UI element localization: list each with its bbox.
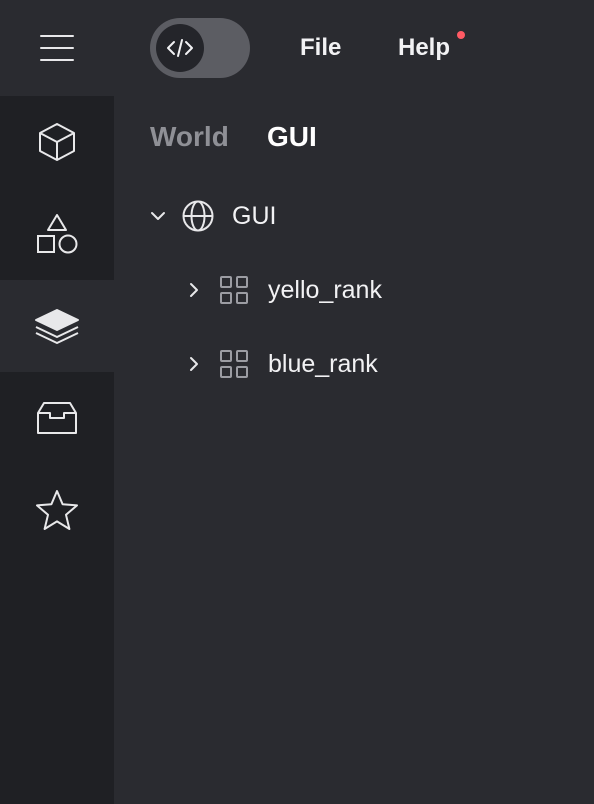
sidebar-item-inbox[interactable] [0,372,114,464]
tree-item-yello-rank[interactable]: yello_rank [188,270,382,310]
app-window: File Help World GUI GUI yello_rank blue_… [0,0,594,804]
inbox-icon [36,401,78,435]
sidebar [0,0,114,804]
chevron-right-icon[interactable] [188,356,200,372]
tree-item-blue-rank[interactable]: blue_rank [188,344,378,384]
toggle-knob [156,24,204,72]
tab-gui[interactable]: GUI [267,120,317,154]
cube-icon [38,122,76,162]
tree-item-label: blue_rank [268,350,378,378]
grid-icon [220,276,248,304]
shapes-icon [36,213,78,255]
sidebar-item-shapes[interactable] [0,188,114,280]
sidebar-item-objects[interactable] [0,96,114,188]
chevron-down-icon[interactable] [150,211,166,221]
chevron-right-icon[interactable] [188,282,200,298]
header-bar: File Help [114,0,594,96]
menu-file[interactable]: File [300,33,341,63]
hamburger-icon [40,34,74,62]
sidebar-item-layers[interactable] [0,280,114,372]
tree-item-label: GUI [232,202,277,230]
sidebar-item-favorites[interactable] [0,464,114,556]
code-icon [166,38,194,58]
code-view-toggle[interactable] [150,18,250,78]
tree-item-label: yello_rank [268,276,382,304]
star-icon [35,489,79,531]
menu-button[interactable] [0,0,114,96]
tree-item-root[interactable]: GUI [150,196,276,236]
menu-help[interactable]: Help [398,33,450,63]
notification-dot [457,31,465,39]
layers-icon [34,308,80,344]
tab-world[interactable]: World [150,120,229,154]
grid-icon [220,350,248,378]
globe-icon [182,200,214,232]
